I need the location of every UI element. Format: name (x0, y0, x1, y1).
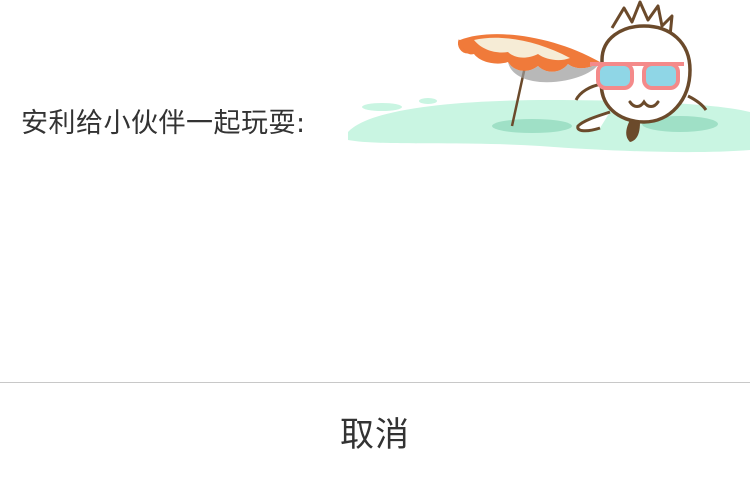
share-content-area (0, 160, 750, 382)
mascot-illustration (348, 0, 750, 153)
cancel-button[interactable]: 取消 (0, 383, 750, 488)
cancel-label: 取消 (340, 415, 410, 455)
share-title: 安利给小伙伴一起玩耍: (21, 108, 306, 139)
share-sheet: 安利给小伙伴一起玩耍: 取消 (0, 0, 750, 488)
share-header: 安利给小伙伴一起玩耍: (0, 0, 750, 160)
ground-shape (348, 98, 750, 153)
